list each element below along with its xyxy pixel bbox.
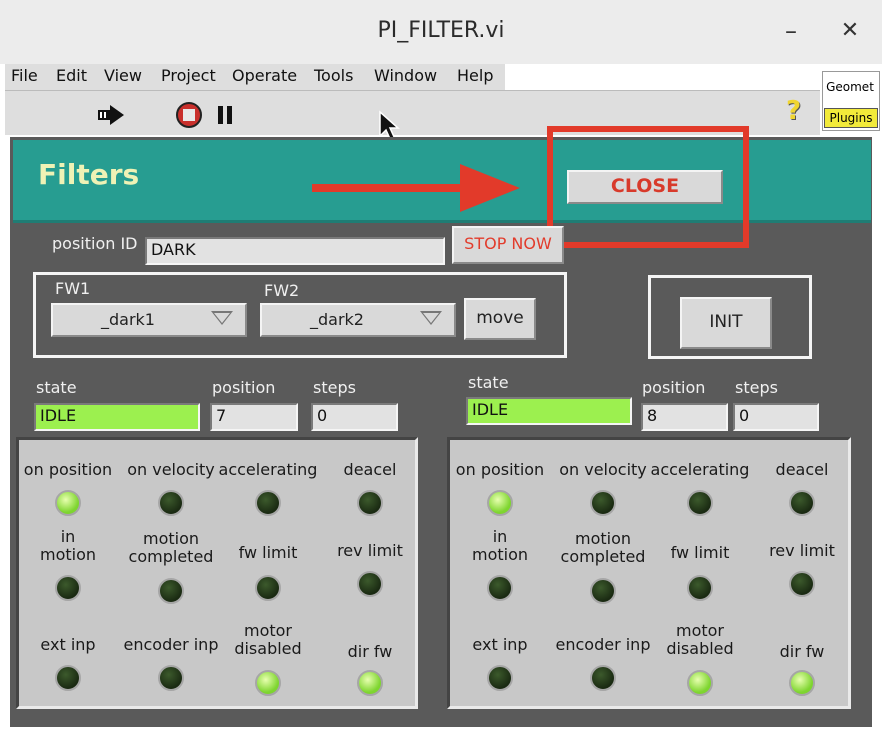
axis2-state-label: state [468, 373, 509, 392]
fw2-label: FW2 [264, 281, 300, 300]
menu-window[interactable]: Window [374, 66, 437, 85]
axis2-led-label: in motion [471, 527, 529, 564]
axis1-led-label: motor disabled [234, 621, 302, 658]
axis2-status-led-indicator [789, 490, 815, 516]
annotation-arrow-icon [312, 164, 520, 212]
axis1-status-led-indicator [55, 575, 81, 601]
axis2-position-label: position [642, 378, 706, 397]
window-title: PI_FILTER.vi [377, 18, 505, 43]
menu-operate[interactable]: Operate [232, 66, 297, 85]
axis2-status-led-indicator [789, 571, 815, 597]
axis2-position-field: 8 [641, 403, 728, 431]
axis1-led-label: deacel [343, 460, 397, 479]
run-arrow-icon[interactable] [96, 104, 126, 126]
context-help-icon[interactable]: ? [786, 96, 801, 126]
axis1-led-label: on position [23, 460, 113, 479]
stop-now-button[interactable]: STOP NOW [452, 226, 564, 264]
axis1-status-led-indicator [55, 665, 81, 691]
abort-stop-icon[interactable] [175, 101, 203, 129]
axis2-led-label: on velocity [559, 460, 647, 479]
menu-view[interactable]: View [104, 66, 142, 85]
axis1-status-led-indicator [255, 670, 281, 696]
axis2-status-led-indicator [687, 670, 713, 696]
axis1-steps-label: steps [313, 378, 356, 397]
menu-bar-empty [505, 64, 820, 90]
fw2-value: _dark2 [310, 310, 364, 329]
axis2-status-led-indicator [487, 665, 513, 691]
axis1-position-label: position [212, 378, 276, 397]
axis1-status-led-indicator [158, 578, 184, 604]
axis2-status-led-indicator [487, 490, 513, 516]
minimize-button[interactable]: – [776, 16, 806, 46]
axis2-led-label: rev limit [769, 541, 835, 560]
fw1-label: FW1 [55, 279, 91, 298]
menu-tools[interactable]: Tools [314, 66, 353, 85]
axis1-state-field: IDLE [34, 403, 200, 431]
axis2-led-label: ext inp [472, 635, 528, 654]
axis1-status-led-indicator [255, 490, 281, 516]
axis1-led-label: on velocity [127, 460, 215, 479]
axis2-status-led-indicator [687, 490, 713, 516]
axis1-status-led-indicator [357, 571, 383, 597]
axis2-led-label: encoder inp [555, 635, 651, 654]
axis2-status-led-indicator [487, 575, 513, 601]
axis2-led-label: fw limit [670, 543, 730, 562]
axis1-led-label: dir fw [347, 642, 393, 661]
axis2-status-led-indicator [789, 670, 815, 696]
init-button[interactable]: INIT [680, 297, 772, 349]
axis1-status-led-indicator [357, 670, 383, 696]
annotation-highlight-box [547, 126, 749, 248]
axis1-state-label: state [36, 378, 77, 397]
axis2-status-led-indicator [590, 490, 616, 516]
axis2-status-led-indicator [590, 578, 616, 604]
window-close-button[interactable]: ✕ [835, 16, 865, 46]
axis1-status-led-indicator [255, 575, 281, 601]
axis2-steps-label: steps [735, 378, 778, 397]
axis1-led-label: encoder inp [123, 635, 219, 654]
fw1-dropdown[interactable]: _dark1 [51, 303, 247, 337]
axis1-led-label: accelerating [218, 460, 318, 479]
axis1-steps-field[interactable]: 0 [311, 403, 398, 431]
axis2-steps-field[interactable]: 0 [733, 403, 819, 431]
axis2-led-label: accelerating [650, 460, 750, 479]
axis1-status-led-indicator [55, 490, 81, 516]
axis1-status-led-indicator [357, 490, 383, 516]
axis2-state-field: IDLE [466, 397, 632, 425]
move-button[interactable]: move [464, 298, 536, 340]
chevron-down-icon [420, 311, 442, 325]
axis2-status-led-indicator [590, 665, 616, 691]
menu-edit[interactable]: Edit [56, 66, 87, 85]
plugins-button[interactable]: Plugins [824, 108, 878, 128]
menu-help[interactable]: Help [457, 66, 493, 85]
axis1-led-label: fw limit [238, 543, 298, 562]
axis2-led-label: deacel [775, 460, 829, 479]
geomet-label: Geomet [826, 80, 874, 94]
chevron-down-icon [211, 311, 233, 325]
fw1-value: _dark1 [101, 310, 155, 329]
menu-file[interactable]: File [11, 66, 38, 85]
position-id-label: position ID [52, 234, 138, 253]
fw2-dropdown[interactable]: _dark2 [260, 303, 456, 337]
pause-icon[interactable] [215, 104, 235, 126]
menu-project[interactable]: Project [161, 66, 216, 85]
axis1-led-label: in motion [39, 527, 97, 564]
axis1-led-label: ext inp [40, 635, 96, 654]
axis1-status-led-indicator [158, 490, 184, 516]
axis1-led-label: rev limit [337, 541, 403, 560]
position-id-field[interactable]: DARK [145, 237, 445, 265]
axis2-led-label: motion completed [560, 529, 646, 566]
axis2-led-label: on position [455, 460, 545, 479]
axis2-led-label: dir fw [779, 642, 825, 661]
axis1-led-label: motion completed [128, 529, 214, 566]
axis1-position-field: 7 [210, 403, 298, 431]
axis2-led-label: motor disabled [666, 621, 734, 658]
axis2-status-led-indicator [687, 575, 713, 601]
panel-title: Filters [38, 158, 140, 191]
axis1-status-led-indicator [158, 665, 184, 691]
